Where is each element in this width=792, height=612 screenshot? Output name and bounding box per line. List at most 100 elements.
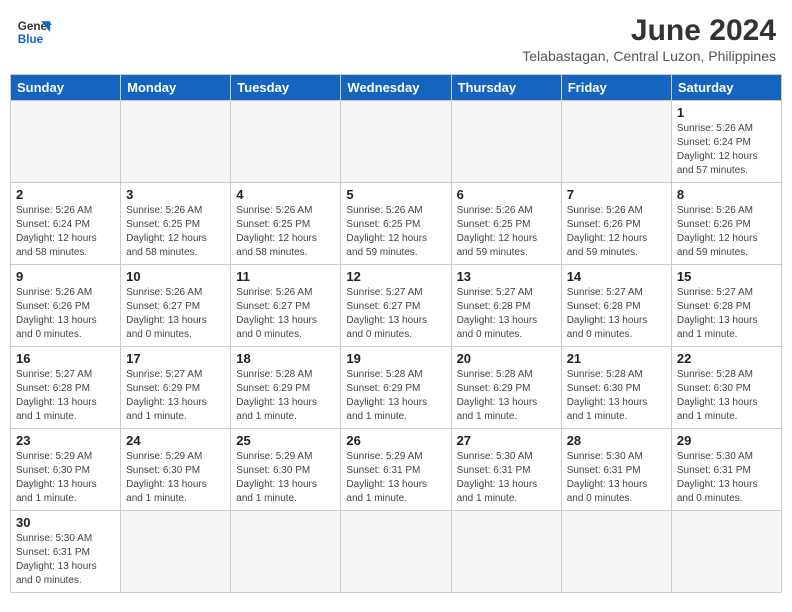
calendar-cell — [451, 101, 561, 183]
calendar-cell: 12 Sunrise: 5:27 AM Sunset: 6:27 PM Dayli… — [341, 265, 451, 347]
calendar-cell: 14Sunrise: 5:27 AM Sunset: 6:28 PM Dayli… — [561, 265, 671, 347]
day-number: 15 — [677, 269, 776, 284]
day-info: Sunrise: 5:30 AM Sunset: 6:31 PM Dayligh… — [677, 450, 776, 506]
calendar-cell: 23 Sunrise: 5:29 AM Sunset: 6:30 PM Dayli… — [11, 429, 121, 511]
calendar-cell: 7 Sunrise: 5:26 AM Sunset: 6:26 PM Daylig… — [561, 183, 671, 265]
day-number: 17 — [126, 351, 225, 366]
calendar-cell: 5 Sunrise: 5:26 AM Sunset: 6:25 PM Daylig… — [341, 183, 451, 265]
day-info: Sunrise: 5:26 AM Sunset: 6:26 PM Dayligh… — [16, 286, 115, 342]
day-number: 23 — [16, 433, 115, 448]
day-number: 28 — [567, 433, 666, 448]
calendar-cell — [231, 511, 341, 593]
calendar-cell: 3Sunrise: 5:26 AM Sunset: 6:25 PM Daylig… — [121, 183, 231, 265]
day-number: 16 — [16, 351, 115, 366]
day-number: 8 — [677, 187, 776, 202]
day-number: 10 — [126, 269, 225, 284]
col-header-wednesday: Wednesday — [341, 75, 451, 101]
day-info: Sunrise: 5:28 AM Sunset: 6:29 PM Dayligh… — [457, 368, 556, 424]
calendar-week-row: 2 Sunrise: 5:26 AM Sunset: 6:24 PM Daylig… — [11, 183, 782, 265]
day-info: Sunrise: 5:29 AM Sunset: 6:31 PM Dayligh… — [346, 450, 445, 506]
day-number: 2 — [16, 187, 115, 202]
day-info: Sunrise: 5:29 AM Sunset: 6:30 PM Dayligh… — [126, 450, 225, 506]
day-number: 20 — [457, 351, 556, 366]
day-info: Sunrise: 5:27 AM Sunset: 6:27 PM Dayligh… — [346, 286, 445, 342]
day-number: 25 — [236, 433, 335, 448]
calendar-week-row: 9 Sunrise: 5:26 AM Sunset: 6:26 PM Daylig… — [11, 265, 782, 347]
calendar-cell — [341, 511, 451, 593]
col-header-tuesday: Tuesday — [231, 75, 341, 101]
calendar-cell: 17Sunrise: 5:27 AM Sunset: 6:29 PM Dayli… — [121, 347, 231, 429]
logo: General Blue — [16, 14, 52, 50]
calendar-cell: 4Sunrise: 5:26 AM Sunset: 6:25 PM Daylig… — [231, 183, 341, 265]
day-info: Sunrise: 5:26 AM Sunset: 6:26 PM Dayligh… — [567, 204, 666, 260]
calendar-cell: 22 Sunrise: 5:28 AM Sunset: 6:30 PM Dayli… — [671, 347, 781, 429]
calendar-cell: 20 Sunrise: 5:28 AM Sunset: 6:29 PM Dayli… — [451, 347, 561, 429]
day-info: Sunrise: 5:26 AM Sunset: 6:25 PM Dayligh… — [126, 204, 225, 260]
day-number: 4 — [236, 187, 335, 202]
calendar-cell: 9 Sunrise: 5:26 AM Sunset: 6:26 PM Daylig… — [11, 265, 121, 347]
col-header-sunday: Sunday — [11, 75, 121, 101]
calendar-cell — [121, 101, 231, 183]
month-year-title: June 2024 — [522, 14, 776, 48]
day-info: Sunrise: 5:26 AM Sunset: 6:24 PM Dayligh… — [16, 204, 115, 260]
calendar-cell — [231, 101, 341, 183]
col-header-thursday: Thursday — [451, 75, 561, 101]
day-info: Sunrise: 5:26 AM Sunset: 6:26 PM Dayligh… — [677, 204, 776, 260]
calendar-cell: 13Sunrise: 5:27 AM Sunset: 6:28 PM Dayli… — [451, 265, 561, 347]
calendar-week-row: 1Sunrise: 5:26 AM Sunset: 6:24 PM Daylig… — [11, 101, 782, 183]
day-number: 22 — [677, 351, 776, 366]
calendar-cell: 27 Sunrise: 5:30 AM Sunset: 6:31 PM Dayli… — [451, 429, 561, 511]
day-info: Sunrise: 5:26 AM Sunset: 6:25 PM Dayligh… — [457, 204, 556, 260]
day-number: 18 — [236, 351, 335, 366]
calendar-week-row: 30Sunrise: 5:30 AM Sunset: 6:31 PM Dayli… — [11, 511, 782, 593]
day-info: Sunrise: 5:28 AM Sunset: 6:29 PM Dayligh… — [236, 368, 335, 424]
calendar-cell: 16 Sunrise: 5:27 AM Sunset: 6:28 PM Dayli… — [11, 347, 121, 429]
col-header-saturday: Saturday — [671, 75, 781, 101]
day-number: 26 — [346, 433, 445, 448]
calendar-cell: 25Sunrise: 5:29 AM Sunset: 6:30 PM Dayli… — [231, 429, 341, 511]
day-info: Sunrise: 5:27 AM Sunset: 6:28 PM Dayligh… — [16, 368, 115, 424]
calendar-cell — [11, 101, 121, 183]
day-number: 19 — [346, 351, 445, 366]
day-number: 21 — [567, 351, 666, 366]
day-number: 7 — [567, 187, 666, 202]
day-number: 24 — [126, 433, 225, 448]
calendar-week-row: 16 Sunrise: 5:27 AM Sunset: 6:28 PM Dayli… — [11, 347, 782, 429]
day-number: 6 — [457, 187, 556, 202]
calendar-header-row: SundayMondayTuesdayWednesdayThursdayFrid… — [11, 75, 782, 101]
calendar-cell: 10Sunrise: 5:26 AM Sunset: 6:27 PM Dayli… — [121, 265, 231, 347]
calendar-cell — [341, 101, 451, 183]
day-info: Sunrise: 5:26 AM Sunset: 6:25 PM Dayligh… — [346, 204, 445, 260]
day-info: Sunrise: 5:26 AM Sunset: 6:27 PM Dayligh… — [236, 286, 335, 342]
day-info: Sunrise: 5:28 AM Sunset: 6:30 PM Dayligh… — [677, 368, 776, 424]
day-number: 29 — [677, 433, 776, 448]
day-number: 30 — [16, 515, 115, 530]
day-number: 9 — [16, 269, 115, 284]
day-info: Sunrise: 5:27 AM Sunset: 6:28 PM Dayligh… — [567, 286, 666, 342]
calendar-cell — [121, 511, 231, 593]
day-number: 27 — [457, 433, 556, 448]
day-info: Sunrise: 5:27 AM Sunset: 6:28 PM Dayligh… — [677, 286, 776, 342]
col-header-monday: Monday — [121, 75, 231, 101]
day-number: 11 — [236, 269, 335, 284]
calendar-cell: 26 Sunrise: 5:29 AM Sunset: 6:31 PM Dayli… — [341, 429, 451, 511]
calendar-cell: 8 Sunrise: 5:26 AM Sunset: 6:26 PM Daylig… — [671, 183, 781, 265]
day-info: Sunrise: 5:28 AM Sunset: 6:29 PM Dayligh… — [346, 368, 445, 424]
day-info: Sunrise: 5:29 AM Sunset: 6:30 PM Dayligh… — [16, 450, 115, 506]
calendar-cell: 2 Sunrise: 5:26 AM Sunset: 6:24 PM Daylig… — [11, 183, 121, 265]
col-header-friday: Friday — [561, 75, 671, 101]
calendar-cell: 11 Sunrise: 5:26 AM Sunset: 6:27 PM Dayli… — [231, 265, 341, 347]
calendar-cell: 18 Sunrise: 5:28 AM Sunset: 6:29 PM Dayli… — [231, 347, 341, 429]
location-subtitle: Telabastagan, Central Luzon, Philippines — [522, 48, 776, 64]
calendar-week-row: 23 Sunrise: 5:29 AM Sunset: 6:30 PM Dayli… — [11, 429, 782, 511]
header: General Blue June 2024 Telabastagan, Cen… — [10, 10, 782, 68]
calendar-cell: 19 Sunrise: 5:28 AM Sunset: 6:29 PM Dayli… — [341, 347, 451, 429]
calendar-cell — [561, 101, 671, 183]
title-area: June 2024 Telabastagan, Central Luzon, P… — [522, 14, 776, 64]
day-number: 5 — [346, 187, 445, 202]
day-number: 12 — [346, 269, 445, 284]
day-info: Sunrise: 5:30 AM Sunset: 6:31 PM Dayligh… — [457, 450, 556, 506]
calendar-cell — [561, 511, 671, 593]
calendar-cell: 24 Sunrise: 5:29 AM Sunset: 6:30 PM Dayli… — [121, 429, 231, 511]
calendar-cell: 30Sunrise: 5:30 AM Sunset: 6:31 PM Dayli… — [11, 511, 121, 593]
